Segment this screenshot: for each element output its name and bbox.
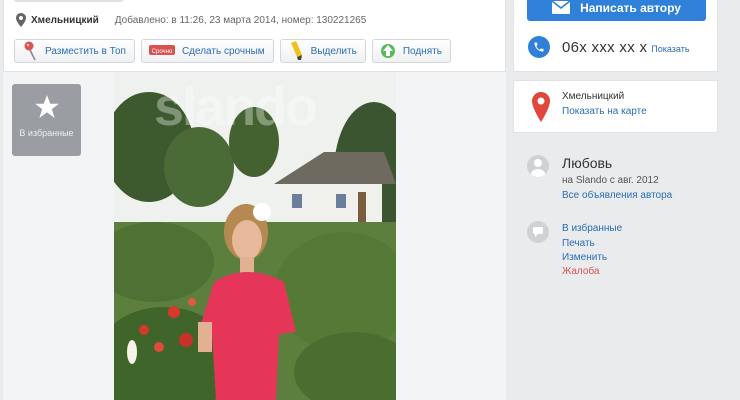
star-icon bbox=[34, 95, 59, 118]
urgent-tag-icon: Срочно bbox=[148, 45, 175, 55]
write-to-author-button[interactable]: Написать автору bbox=[527, 0, 706, 21]
phone-icon bbox=[528, 36, 550, 58]
comment-icon bbox=[527, 221, 549, 243]
highlight-label: Выделить bbox=[310, 45, 357, 57]
urgent-tag-text: Срочно bbox=[152, 49, 173, 55]
write-to-author-label: Написать автору bbox=[580, 0, 681, 15]
pin-top-icon bbox=[24, 41, 36, 61]
phone-row: 06x xxx xx x Показать bbox=[528, 36, 690, 58]
envelope-icon bbox=[552, 1, 571, 14]
highlight-button[interactable]: Выделить bbox=[279, 39, 366, 63]
place-in-top-label: Разместить в Топ bbox=[45, 45, 126, 57]
add-to-favorites-button[interactable]: В избранные bbox=[12, 84, 81, 156]
tool-edit-link[interactable]: Изменить bbox=[562, 252, 607, 263]
contact-card: Написать автору 06x xxx xx x Показать bbox=[513, 0, 718, 72]
listing-photo[interactable]: slando bbox=[114, 72, 396, 400]
photo-watermark: slando bbox=[154, 77, 318, 137]
listing-city: Хмельницкий bbox=[31, 14, 99, 26]
tool-complaint-link[interactable]: Жалоба bbox=[562, 266, 599, 277]
location-city: Хмельницкий bbox=[562, 91, 625, 102]
show-phone-link[interactable]: Показать bbox=[651, 44, 689, 54]
author-since: на Slando с авг. 2012 bbox=[562, 175, 659, 186]
place-in-top-button[interactable]: Разместить в Топ bbox=[14, 39, 135, 63]
author-all-ads-link[interactable]: Все объявления автора bbox=[562, 190, 672, 201]
listing-added-info: Добавлено: в 11:26, 23 марта 2014, номер… bbox=[114, 14, 367, 26]
make-urgent-button[interactable]: Срочно Сделать срочным bbox=[140, 39, 274, 63]
avatar bbox=[527, 155, 549, 177]
make-urgent-label: Сделать срочным bbox=[181, 45, 265, 57]
listing-title-cutoff bbox=[14, 0, 124, 2]
tool-favorite-link[interactable]: В избранные bbox=[562, 223, 622, 234]
location-pin-icon bbox=[16, 13, 26, 27]
location-card: Хмельницкий Показать на карте bbox=[513, 80, 718, 133]
author-name: Любовь bbox=[562, 155, 613, 171]
show-on-map-link[interactable]: Показать на карте bbox=[562, 106, 647, 117]
tool-print-link[interactable]: Печать bbox=[562, 238, 595, 249]
highlighter-icon bbox=[290, 41, 302, 60]
listing-header-card: Хмельницкий Добавлено: в 11:26, 23 марта… bbox=[3, 0, 506, 72]
lift-up-icon bbox=[380, 44, 395, 58]
listing-meta: Хмельницкий Добавлено: в 11:26, 23 марта… bbox=[16, 13, 366, 27]
bump-up-label: Поднять bbox=[402, 45, 442, 57]
promo-actions: Разместить в Топ Срочно Сделать срочным … bbox=[14, 39, 451, 63]
add-to-favorites-label: В избранные bbox=[19, 128, 74, 138]
bump-up-button[interactable]: Поднять bbox=[371, 39, 451, 63]
map-pin-icon bbox=[532, 92, 550, 122]
phone-number: 06x xxx xx x bbox=[562, 38, 648, 56]
